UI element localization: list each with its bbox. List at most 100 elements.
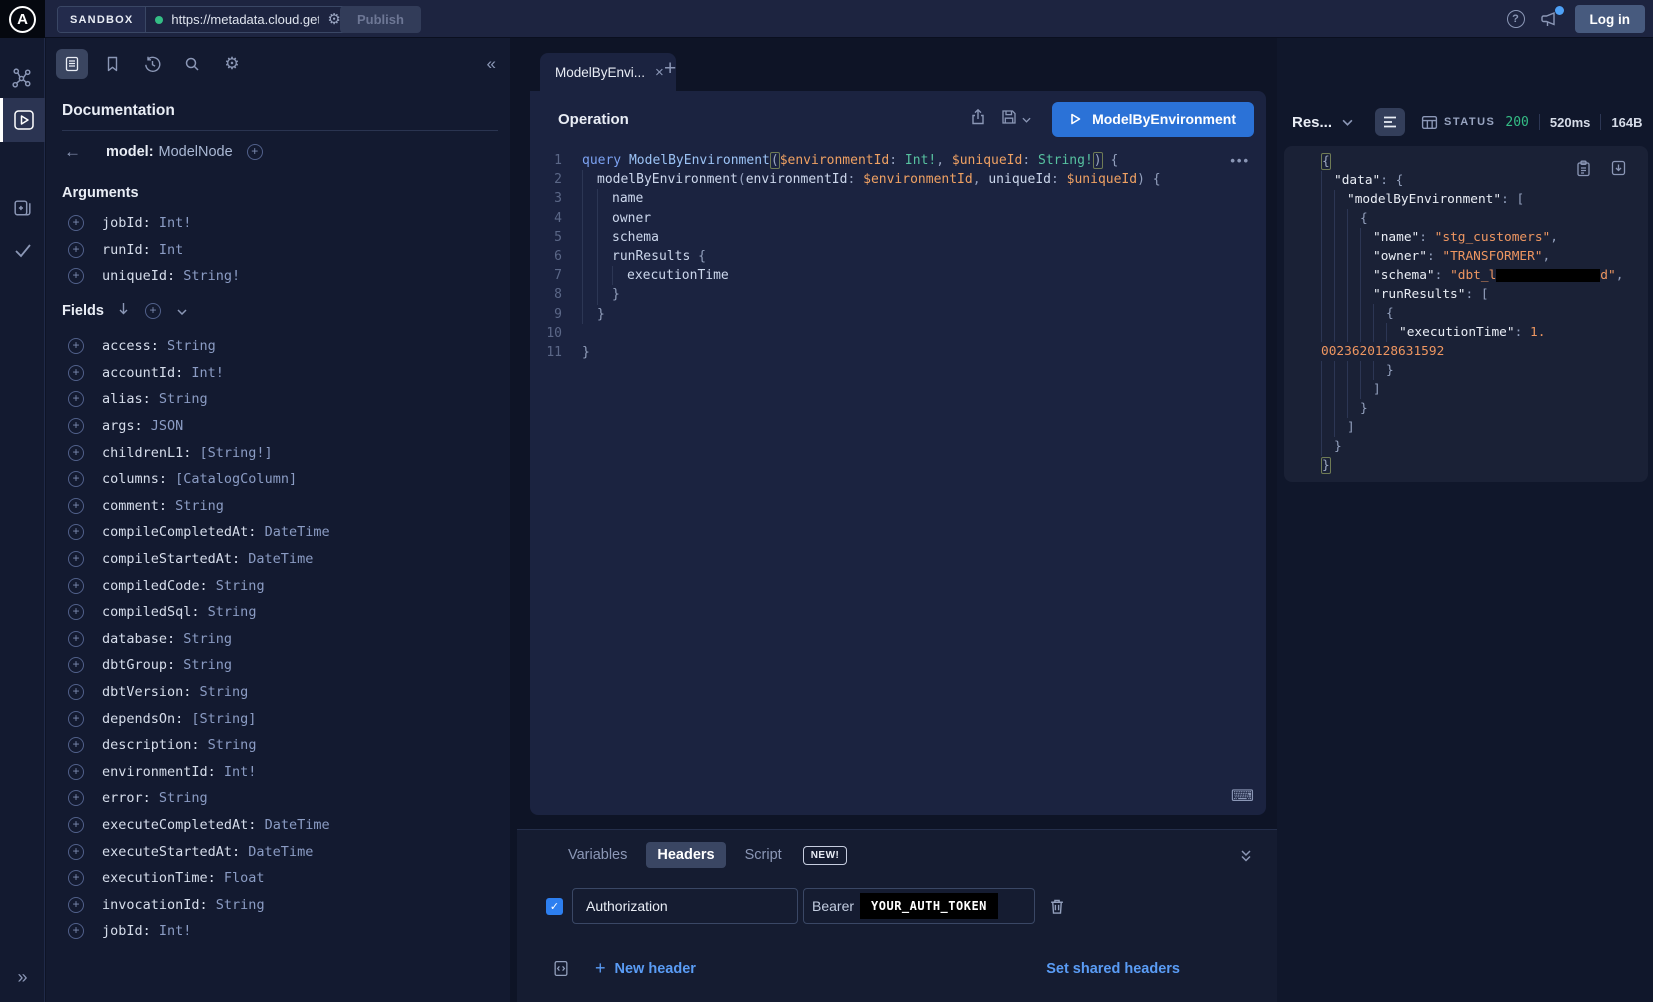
doc-field-row[interactable]: +compileStartedAt: DateTime: [46, 546, 510, 573]
doc-field-row[interactable]: +accountId: Int!: [46, 360, 510, 387]
doc-field-row[interactable]: +args: JSON: [46, 413, 510, 440]
add-to-query-icon[interactable]: +: [68, 551, 84, 567]
add-to-query-icon[interactable]: +: [68, 268, 84, 284]
auth-token-value[interactable]: YOUR_AUTH_TOKEN: [860, 893, 998, 919]
header-key-input[interactable]: Authorization: [572, 888, 798, 924]
collections-icon[interactable]: [0, 188, 45, 228]
add-to-query-icon[interactable]: +: [68, 604, 84, 620]
model-type-link[interactable]: ModelNode: [159, 144, 233, 160]
add-to-query-icon[interactable]: +: [68, 445, 84, 461]
doc-field-row[interactable]: +error: String: [46, 785, 510, 812]
add-to-query-icon[interactable]: +: [68, 498, 84, 514]
doc-field-row[interactable]: +dependsOn: [String]: [46, 705, 510, 732]
doc-field-row[interactable]: +executionTime: Float: [46, 865, 510, 892]
doc-field-row[interactable]: +comment: String: [46, 493, 510, 520]
code-line[interactable]: 2modelByEnvironment(environmentId: $envi…: [530, 170, 1236, 189]
doc-field-row[interactable]: +dbtVersion: String: [46, 679, 510, 706]
add-to-query-icon[interactable]: +: [68, 923, 84, 939]
doc-field-row[interactable]: +alias: String: [46, 386, 510, 413]
save-dropdown-chevron-icon[interactable]: [1022, 110, 1031, 128]
code-line[interactable]: 8}: [530, 285, 1236, 304]
add-to-query-icon[interactable]: +: [68, 578, 84, 594]
add-to-query-icon[interactable]: +: [68, 790, 84, 806]
doc-field-row[interactable]: +compiledSql: String: [46, 599, 510, 626]
add-model-icon[interactable]: +: [247, 144, 263, 160]
code-line[interactable]: 9}: [530, 305, 1236, 324]
add-to-query-icon[interactable]: +: [68, 242, 84, 258]
header-value-input[interactable]: Bearer YOUR_AUTH_TOKEN: [803, 888, 1035, 924]
preview-headers-icon[interactable]: [553, 960, 569, 977]
operation-tab[interactable]: ModelByEnvi... ×: [540, 53, 676, 91]
raw-view-icon[interactable]: [1375, 108, 1405, 136]
copy-response-icon[interactable]: [1576, 160, 1591, 182]
doc-field-row[interactable]: +description: String: [46, 732, 510, 759]
add-to-query-icon[interactable]: +: [68, 471, 84, 487]
keyboard-shortcuts-icon[interactable]: ⌨: [1231, 786, 1254, 806]
header-enabled-checkbox[interactable]: ✓: [546, 898, 563, 915]
code-line[interactable]: 1query ModelByEnvironment($environmentId…: [530, 151, 1236, 170]
search-icon[interactable]: [176, 49, 208, 79]
doc-field-row[interactable]: +columns: [CatalogColumn]: [46, 466, 510, 493]
tab-variables[interactable]: Variables: [557, 842, 638, 868]
doc-field-row[interactable]: +access: String: [46, 333, 510, 360]
checks-icon[interactable]: [0, 230, 45, 270]
code-line[interactable]: 11}: [530, 343, 1236, 362]
add-to-query-icon[interactable]: +: [68, 391, 84, 407]
code-line[interactable]: 10: [530, 324, 1236, 343]
graphql-editor[interactable]: 1query ModelByEnvironment($environmentId…: [530, 151, 1236, 362]
back-arrow-icon[interactable]: ←: [64, 142, 94, 162]
add-to-query-icon[interactable]: +: [68, 418, 84, 434]
settings-gear-icon[interactable]: ⚙: [216, 49, 248, 79]
doc-field-row[interactable]: +jobId: Int!: [46, 918, 510, 945]
response-json[interactable]: {"data": {"modelByEnvironment": [{"name"…: [1321, 152, 1648, 475]
doc-field-row[interactable]: +invocationId: String: [46, 891, 510, 918]
doc-argument-row[interactable]: +uniqueId: String!: [46, 263, 510, 290]
tab-script[interactable]: Script: [734, 842, 793, 868]
add-to-query-icon[interactable]: +: [68, 657, 84, 673]
doc-field-row[interactable]: +executeCompletedAt: DateTime: [46, 812, 510, 839]
add-to-query-icon[interactable]: +: [68, 870, 84, 886]
table-view-icon[interactable]: [1414, 108, 1444, 136]
code-line[interactable]: 5schema: [530, 228, 1236, 247]
code-line[interactable]: 6runResults {: [530, 247, 1236, 266]
logo-area[interactable]: A: [0, 0, 45, 38]
close-tab-icon[interactable]: ×: [655, 64, 664, 81]
add-to-query-icon[interactable]: +: [68, 631, 84, 647]
doc-argument-row[interactable]: +jobId: Int!: [46, 210, 510, 237]
add-to-query-icon[interactable]: +: [68, 684, 84, 700]
doc-field-row[interactable]: +compiledCode: String: [46, 572, 510, 599]
doc-field-row[interactable]: +childrenL1: [String!]: [46, 439, 510, 466]
add-to-query-icon[interactable]: +: [68, 764, 84, 780]
doc-field-row[interactable]: +compileCompletedAt: DateTime: [46, 519, 510, 546]
add-to-query-icon[interactable]: +: [68, 897, 84, 913]
add-to-query-icon[interactable]: +: [68, 711, 84, 727]
doc-field-row[interactable]: +environmentId: Int!: [46, 759, 510, 786]
endpoint-settings-icon[interactable]: ⚙: [327, 12, 340, 27]
set-shared-headers-link[interactable]: Set shared headers: [1046, 961, 1180, 977]
fields-menu-chevron-icon[interactable]: [177, 302, 187, 320]
add-to-query-icon[interactable]: +: [68, 524, 84, 540]
save-operation-icon[interactable]: [1001, 109, 1017, 130]
delete-header-icon[interactable]: [1049, 898, 1065, 915]
response-title[interactable]: Res...: [1292, 114, 1332, 131]
collapse-docs-icon[interactable]: «: [487, 54, 500, 74]
endpoint-url-field[interactable]: https://metadata.cloud.get ⚙: [146, 7, 349, 32]
add-to-query-icon[interactable]: +: [68, 737, 84, 753]
add-to-query-icon[interactable]: +: [68, 215, 84, 231]
add-all-fields-icon[interactable]: +: [145, 303, 161, 319]
doc-argument-row[interactable]: +runId: Int: [46, 237, 510, 264]
explorer-icon[interactable]: [0, 98, 45, 142]
doc-field-row[interactable]: +dbtGroup: String: [46, 652, 510, 679]
collapse-bottom-panel-icon[interactable]: [1239, 848, 1253, 868]
endpoint-url[interactable]: https://metadata.cloud.get: [171, 12, 319, 27]
documentation-tab-icon[interactable]: [56, 49, 88, 79]
doc-field-row[interactable]: +executeStartedAt: DateTime: [46, 838, 510, 865]
doc-field-row[interactable]: +database: String: [46, 626, 510, 653]
sort-fields-icon[interactable]: [118, 302, 129, 320]
response-dropdown-chevron-icon[interactable]: [1342, 119, 1353, 126]
download-response-icon[interactable]: [1611, 160, 1626, 182]
new-tab-icon[interactable]: +: [664, 57, 676, 81]
tab-headers[interactable]: Headers: [646, 842, 725, 868]
add-to-query-icon[interactable]: +: [68, 844, 84, 860]
share-operation-icon[interactable]: [970, 108, 986, 130]
